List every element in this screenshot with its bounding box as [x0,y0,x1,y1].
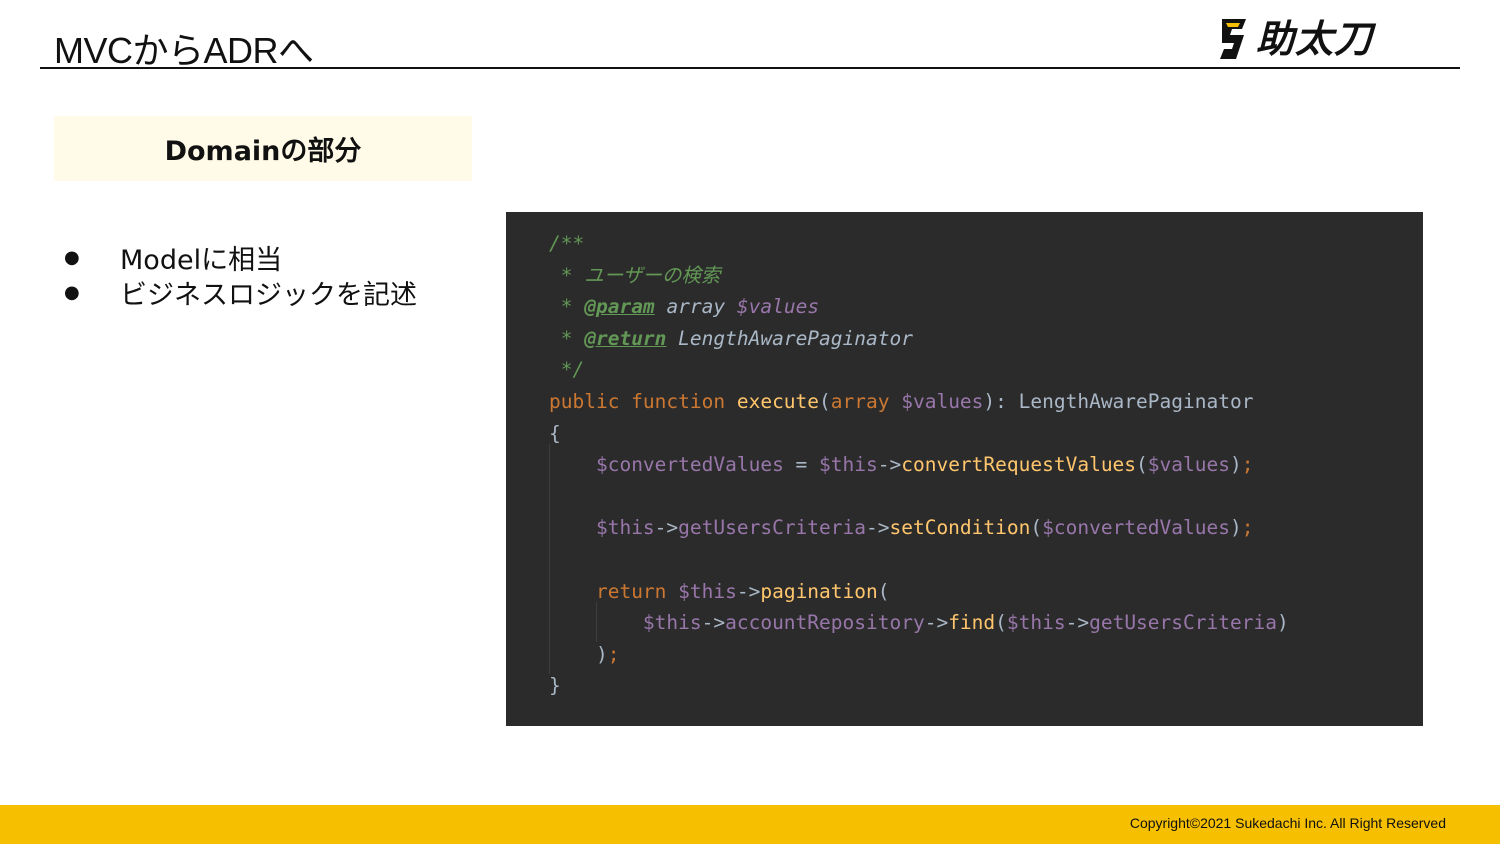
code-token: pagination [760,579,878,603]
code-token: ) [1276,611,1289,635]
code-token: $convertedValues [1042,516,1230,540]
code-line: * @param array $values [549,291,1423,323]
code-token: ; [607,642,620,666]
code-token: ; [1241,516,1254,540]
bullet-text: Modelに相当 [120,245,283,276]
code-line: } [549,670,1423,702]
code-token: = [783,453,820,477]
code-token: $values [736,295,820,319]
bullet-list: ● Modelに相当 ● ビジネスロジックを記述 [64,240,417,311]
company-logo: 助太刀 [1218,16,1414,62]
section-heading-box: Domainの部分 [54,116,472,181]
code-token: ( [1030,516,1043,540]
code-token: @return [584,326,667,350]
code-line: $convertedValues = $this->convertRequest… [549,449,1423,481]
code-token: ): LengthAwarePaginator [983,389,1254,413]
copyright-text: Copyright©2021 Sukedachi Inc. All Right … [1129,815,1446,831]
code-token: LengthAwarePaginator [678,326,913,350]
code-token: -> [866,516,890,540]
code-token: @param [584,295,655,319]
code-token: find [948,611,996,635]
code-token: { [549,421,561,445]
code-token: execute [736,389,820,413]
code-line: public function execute(array $values): … [549,386,1423,418]
code-token: $this [819,453,878,477]
code-token: * [549,295,585,319]
code-token: getUsersCriteria [1089,611,1277,635]
code-line: */ [549,354,1423,386]
code-token: array [830,389,902,413]
code-token: ( [877,579,890,603]
code-token: -> [1065,611,1090,635]
code-token: ) [1229,516,1242,540]
section-heading: Domainの部分 [164,136,362,167]
title-divider [40,67,1460,69]
code-line: * @return LengthAwarePaginator [549,323,1423,355]
code-token: ; [1241,453,1254,477]
code-token: $this [1006,611,1066,635]
code-line: $this->getUsersCriteria->setCondition($c… [549,512,1423,544]
code-token: */ [549,358,585,382]
code-line: ); [549,639,1423,671]
bullet-item: ● ビジネスロジックを記述 [64,275,417,311]
code-token: ( [1136,453,1148,477]
code-token: $values [1147,453,1230,477]
code-line: return $this->pagination( [549,576,1423,608]
code-token: ) [1229,453,1242,477]
code-token: -> [654,516,679,540]
code-token: -> [701,611,726,635]
code-line: /** [549,228,1423,260]
code-token: $convertedValues [595,453,784,477]
code-line: $this->accountRepository->find($this->ge… [549,607,1423,639]
code-token: setCondition [889,516,1031,540]
code-token: $this [642,611,702,635]
code-token: -> [877,453,902,477]
code-token: public function [549,389,737,413]
code-token: -> [736,579,761,603]
code-token: $this [595,516,655,540]
code-token: accountRepository [725,611,925,635]
code-token: return [595,579,679,603]
code-line: * ユーザーの検索 [549,260,1423,292]
code-token: convertRequestValues [901,453,1137,477]
code-screenshot: /** * ユーザーの検索 * @param array $values * @… [506,212,1423,726]
code-token: * [549,326,585,350]
bullet-dot: ● [64,247,80,268]
code-token: ( [819,389,831,413]
code-token: $values [901,389,984,413]
code-token: /** [549,232,585,255]
logo-text: 助太刀 [1256,17,1374,61]
code-token: getUsersCriteria [678,516,866,540]
footer-bar: Copyright©2021 Sukedachi Inc. All Right … [0,805,1500,844]
bullet-dot: ● [64,282,80,303]
bullet-text: ビジネスロジックを記述 [120,280,417,311]
code-token: -> [924,611,949,635]
code-token: array [666,295,726,319]
code-token: $this [678,579,737,603]
code-token: * ユーザーの検索 [549,263,721,287]
logo-mark-icon [1220,19,1246,59]
code-line: { [549,418,1423,450]
code-token: ( [995,611,1007,635]
code-token: } [549,674,561,698]
code-token: ) [595,642,608,666]
bullet-item: ● Modelに相当 [64,240,417,276]
